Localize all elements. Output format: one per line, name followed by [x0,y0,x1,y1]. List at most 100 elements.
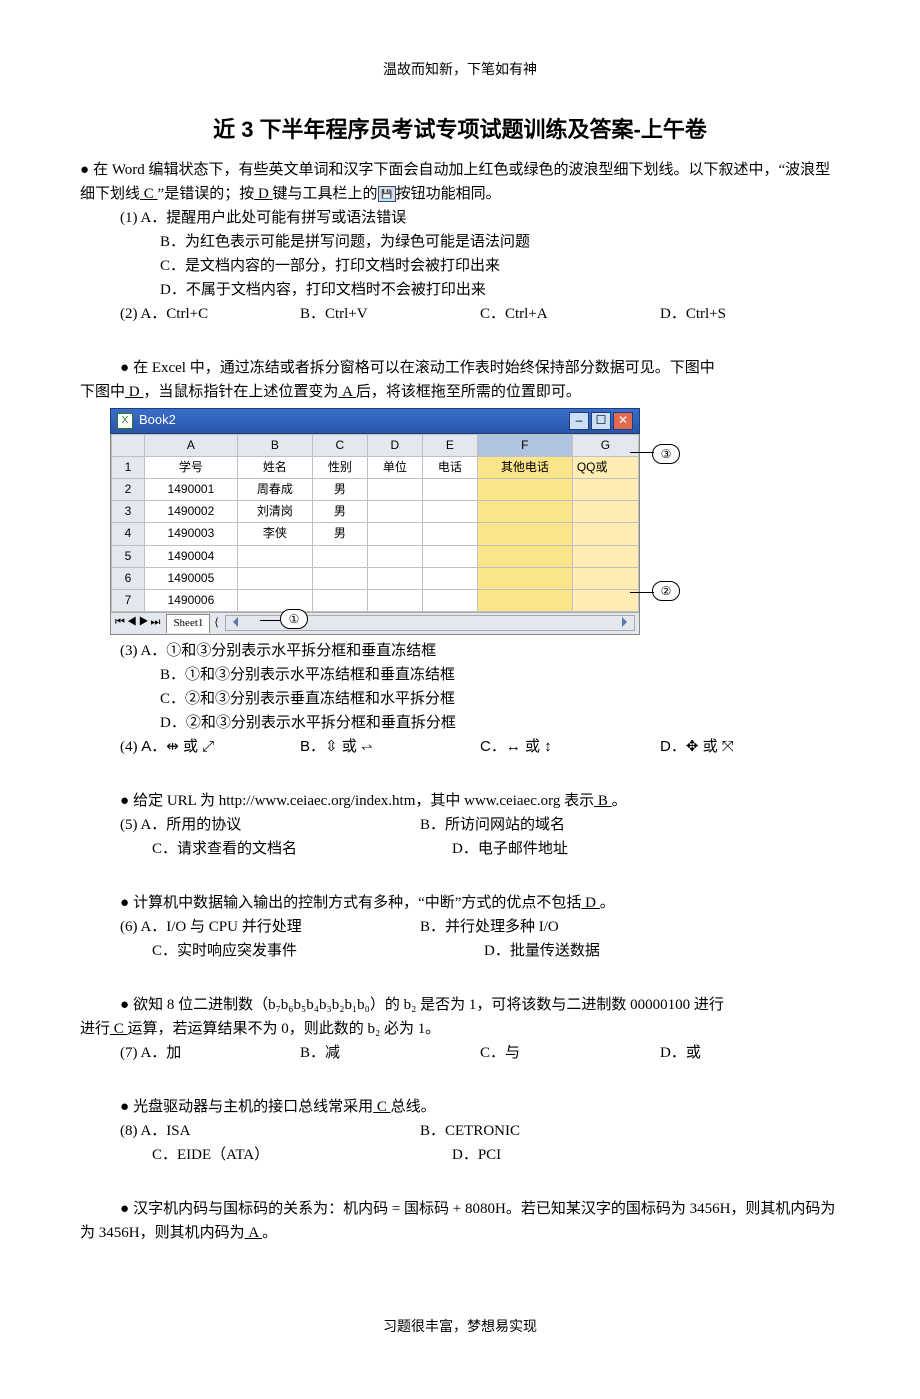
page-title: 近 3 下半年程序员考试专项试题训练及答案-上午卷 [80,112,840,147]
q1-2-b: B．Ctrl+V [300,302,480,326]
cell-G7[interactable] [572,589,638,611]
excel-grid: A B C D E F G 1 学号 姓名 性别 单位 电话 其他电话 QQ或 … [111,434,639,613]
cell-E2[interactable] [422,478,477,500]
question-5: 欲知 8 位二进制数（b₇b₆b₅b₄b₃b₂b₁b₀）的 b₂ 是否为 1，可… [80,993,840,1017]
cell-F3[interactable] [477,501,572,523]
cell-F4[interactable] [477,523,572,545]
cell-A2[interactable]: 1490001 [145,478,238,500]
cell-C7[interactable] [312,589,367,611]
cell-C3[interactable]: 男 [312,501,367,523]
q3-stem: 给定 URL 为 http://www.ceiaec.org/index.htm… [133,793,594,809]
col-E[interactable]: E [422,434,477,456]
cell-G2[interactable] [572,478,638,500]
col-F[interactable]: F [477,434,572,456]
cell-A1[interactable]: 学号 [145,456,238,478]
cell-B6[interactable] [237,567,312,589]
col-G[interactable]: G [572,434,638,456]
maximize-button[interactable]: ☐ [591,412,611,430]
q1-row2: (2) A．Ctrl+C B．Ctrl+V C．Ctrl+A D．Ctrl+S [80,302,840,326]
cell-E4[interactable] [422,523,477,545]
cell-D7[interactable] [367,589,422,611]
cell-C2[interactable]: 男 [312,478,367,500]
col-C[interactable]: C [312,434,367,456]
cell-A6[interactable]: 1490005 [145,567,238,589]
cell-C6[interactable] [312,567,367,589]
cell-B5[interactable] [237,545,312,567]
cell-D4[interactable] [367,523,422,545]
q5-stem-b-line: 进行 C 运算，若运算结果不为 0，则此数的 b₂ 必为 1。 [80,1017,840,1041]
q1-stem-d: 按钮功能相同。 [396,186,501,202]
close-button[interactable]: ✕ [613,412,633,430]
row-1-hdr[interactable]: 1 [112,456,145,478]
cell-G3[interactable] [572,501,638,523]
cell-D2[interactable] [367,478,422,500]
question-6: 光盘驱动器与主机的接口总线常采用 C 总线。 [80,1095,840,1119]
row-3-hdr[interactable]: 3 [112,501,145,523]
cell-E6[interactable] [422,567,477,589]
cell-B2[interactable]: 周春成 [237,478,312,500]
row-6-hdr[interactable]: 6 [112,567,145,589]
cell-E5[interactable] [422,545,477,567]
row-4-hdr[interactable]: 4 [112,523,145,545]
cell-G5[interactable] [572,545,638,567]
cell-A3[interactable]: 1490002 [145,501,238,523]
cell-C5[interactable] [312,545,367,567]
cell-A4[interactable]: 1490003 [145,523,238,545]
row-7-hdr[interactable]: 7 [112,589,145,611]
q4-a: A．I/O 与 CPU 并行处理 [140,919,301,935]
q1-opt-d: D．不属于文档内容，打印文档时不会被打印出来 [80,278,840,302]
excel-titlebar: X Book2 – ☐ ✕ [110,408,640,434]
cell-G4[interactable] [572,523,638,545]
q4-answer: D [581,895,599,911]
sheet-tab-1[interactable]: Sheet1 [166,614,210,633]
row-2-hdr[interactable]: 2 [112,478,145,500]
q2-row4: (4) A．⇹ 或 ⤢ B．⇳ 或 ⥋ C．↔ 或 ↕ D．✥ 或 ⤧ [80,735,840,759]
q1-stem-b: ”是错误的；按 [158,186,255,202]
row-5-hdr[interactable]: 5 [112,545,145,567]
cell-F7[interactable] [477,589,572,611]
cell-A7[interactable]: 1490006 [145,589,238,611]
q2-answer-1: D [125,384,143,400]
callout-2: ② [652,581,680,601]
q2-4-a: A．⇹ 或 ⤢ [141,738,214,755]
q7-stem-b: 。 [262,1225,277,1241]
cell-F5[interactable] [477,545,572,567]
cell-D1[interactable]: 单位 [367,456,422,478]
cell-A5[interactable]: 1490004 [145,545,238,567]
q6-num: (8) [120,1123,138,1139]
cell-E3[interactable] [422,501,477,523]
cell-G6[interactable] [572,567,638,589]
q1-num2: (2) [120,306,138,322]
col-A[interactable]: A [145,434,238,456]
hsplit-handle-icon[interactable]: ⟨ [214,615,218,633]
cell-F1[interactable]: 其他电话 [477,456,572,478]
cell-B1[interactable]: 姓名 [237,456,312,478]
cell-B7[interactable] [237,589,312,611]
q2-num3: (3) [120,643,138,659]
q4-stem: 计算机中数据输入输出的控制方式有多种，“中断”方式的优点不包括 [133,895,581,911]
col-D[interactable]: D [367,434,422,456]
cell-C1[interactable]: 性别 [312,456,367,478]
sheet-nav-icon[interactable]: ⏮◀▶⏭ [115,615,162,633]
q6-stem-b: 总线。 [391,1099,436,1115]
cell-G1[interactable]: QQ或 [572,456,638,478]
cell-D5[interactable] [367,545,422,567]
cell-D3[interactable] [367,501,422,523]
q1-answer-1: C [140,186,158,202]
q1-stem-c: 键与工具栏上的 [273,186,378,202]
cell-E7[interactable] [422,589,477,611]
cell-B3[interactable]: 刘清岗 [237,501,312,523]
col-B[interactable]: B [237,434,312,456]
q2-stem-line2: 下图中 D ，当鼠标指针在上述位置变为 A 后，将该框拖至所需的位置即可。 [80,380,840,404]
cell-E1[interactable]: 电话 [422,456,477,478]
corner-cell[interactable] [112,434,145,456]
cell-F2[interactable] [477,478,572,500]
q2-num4: (4) [120,739,138,755]
cell-D6[interactable] [367,567,422,589]
minimize-button[interactable]: – [569,412,589,430]
q5-answer: C [110,1021,128,1037]
q6-answer: C [373,1099,391,1115]
cell-F6[interactable] [477,567,572,589]
cell-B4[interactable]: 李侠 [237,523,312,545]
cell-C4[interactable]: 男 [312,523,367,545]
